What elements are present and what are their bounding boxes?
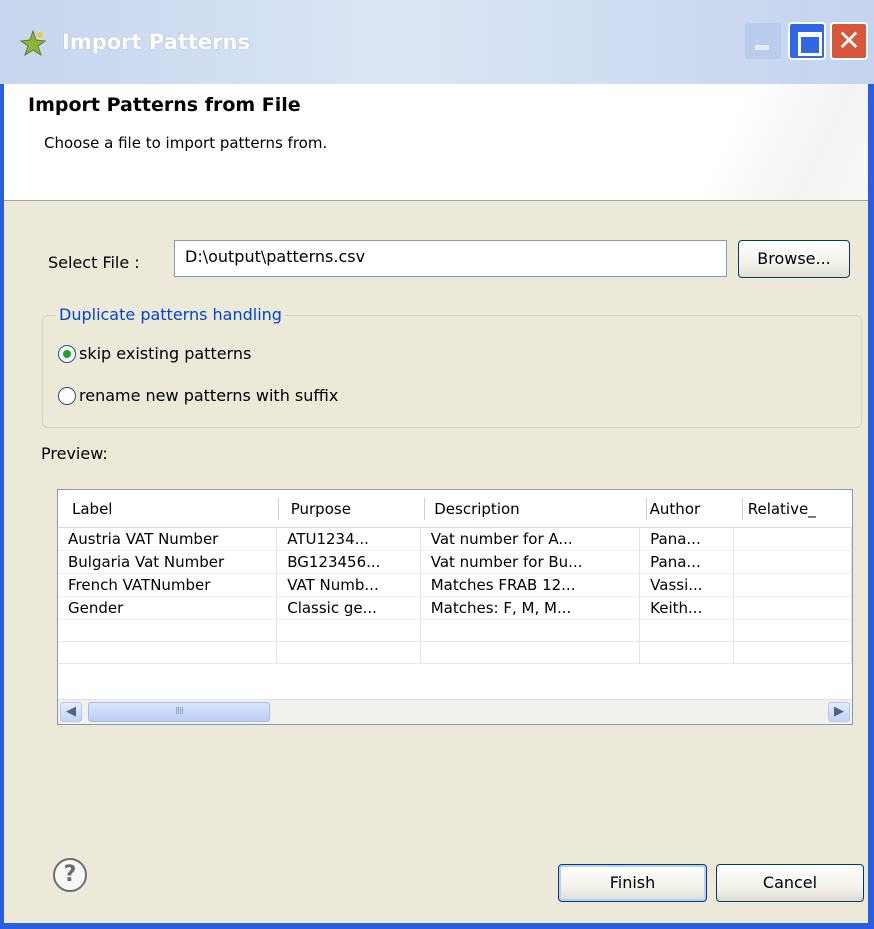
- cell: BG123456...: [276, 550, 421, 574]
- scroll-right-icon[interactable]: ▶: [828, 702, 850, 722]
- empty-row: [58, 641, 852, 664]
- cell: Vassi...: [639, 573, 735, 597]
- table-row[interactable]: Austria VAT Number ATU1234... Vat number…: [58, 527, 852, 551]
- column-header-label[interactable]: Label: [58, 490, 277, 528]
- dialog-content: Select File : D:\output\patterns.csv Bro…: [4, 201, 868, 821]
- cell: Austria VAT Number: [58, 527, 278, 551]
- column-divider[interactable]: [742, 498, 743, 520]
- close-button[interactable]: ✕: [830, 22, 868, 60]
- wizard-header: Import Patterns from File Choose a file …: [4, 84, 868, 201]
- empty-row: [58, 619, 852, 642]
- cell: ATU1234...: [276, 527, 421, 551]
- sparkle-icon: [20, 30, 46, 56]
- table-row[interactable]: French VATNumber VAT Numb... Matches FRA…: [58, 573, 852, 597]
- file-path-input[interactable]: D:\output\patterns.csv: [174, 240, 727, 277]
- import-patterns-window: Import Patterns ✕ Import Patterns from F…: [0, 0, 874, 929]
- close-icon: ✕: [837, 24, 861, 57]
- cell: Keith...: [639, 596, 735, 620]
- radio-label: rename new patterns with suffix: [79, 386, 339, 405]
- scroll-left-icon[interactable]: ◀: [60, 702, 82, 722]
- cell: Matches FRAB 12...: [420, 573, 641, 597]
- maximize-button[interactable]: [788, 22, 826, 60]
- cell: Gender: [58, 596, 278, 620]
- column-header-relative[interactable]: Relative_: [733, 490, 852, 528]
- cell: Bulgaria Vat Number: [58, 550, 278, 574]
- cell: Vat number for A...: [420, 527, 641, 551]
- radio-skip-existing[interactable]: skip existing patterns: [58, 344, 251, 363]
- table-row[interactable]: Bulgaria Vat Number BG123456... Vat numb…: [58, 550, 852, 574]
- scroll-thumb[interactable]: IIII: [88, 702, 270, 722]
- horizontal-scrollbar[interactable]: ◀ IIII ▶: [58, 699, 852, 724]
- cell: [733, 573, 852, 597]
- preview-label: Preview:: [41, 444, 108, 463]
- cell: Classic ge...: [276, 596, 421, 620]
- column-header-purpose[interactable]: Purpose: [276, 490, 421, 528]
- cell: [733, 550, 852, 574]
- dialog-footer: ? Finish Cancel: [4, 821, 868, 923]
- column-divider[interactable]: [278, 498, 279, 520]
- window-title: Import Patterns: [62, 30, 250, 54]
- radio-label: skip existing patterns: [79, 344, 252, 363]
- page-description: Choose a file to import patterns from.: [44, 134, 328, 152]
- table-row[interactable]: Gender Classic ge... Matches: F, M, M...…: [58, 596, 852, 620]
- select-file-label: Select File :: [48, 253, 140, 272]
- column-header-author[interactable]: Author: [639, 490, 734, 528]
- title-bar[interactable]: Import Patterns ✕: [0, 0, 874, 84]
- table-header-row: Label Purpose Description Author Relativ…: [58, 490, 852, 528]
- cell: Pana...: [639, 550, 735, 574]
- duplicate-handling-group: [42, 315, 862, 428]
- column-divider[interactable]: [646, 498, 647, 520]
- duplicate-handling-legend: Duplicate patterns handling: [56, 305, 285, 324]
- column-header-description[interactable]: Description: [420, 490, 640, 528]
- cell: Vat number for Bu...: [420, 550, 641, 574]
- preview-grid: Label Purpose Description Author Relativ…: [58, 490, 852, 664]
- cell: Matches: F, M, M...: [420, 596, 641, 620]
- page-title: Import Patterns from File: [28, 94, 301, 116]
- browse-button[interactable]: Browse...: [738, 240, 850, 278]
- cell: [733, 596, 852, 620]
- cell: Pana...: [639, 527, 735, 551]
- finish-button[interactable]: Finish: [558, 864, 707, 902]
- cell: French VATNumber: [58, 573, 278, 597]
- help-icon[interactable]: ?: [53, 858, 87, 892]
- radio-button-checked[interactable]: [58, 344, 76, 363]
- maximize-icon: [798, 32, 822, 56]
- radio-rename-suffix[interactable]: rename new patterns with suffix: [58, 386, 338, 405]
- header-decoration: [650, 84, 868, 200]
- radio-button[interactable]: [58, 386, 76, 405]
- column-divider[interactable]: [424, 498, 425, 520]
- cell: [733, 527, 852, 551]
- cell: VAT Numb...: [276, 573, 421, 597]
- minimize-button[interactable]: [744, 22, 782, 60]
- preview-table[interactable]: Label Purpose Description Author Relativ…: [57, 489, 853, 725]
- cancel-button[interactable]: Cancel: [716, 864, 864, 902]
